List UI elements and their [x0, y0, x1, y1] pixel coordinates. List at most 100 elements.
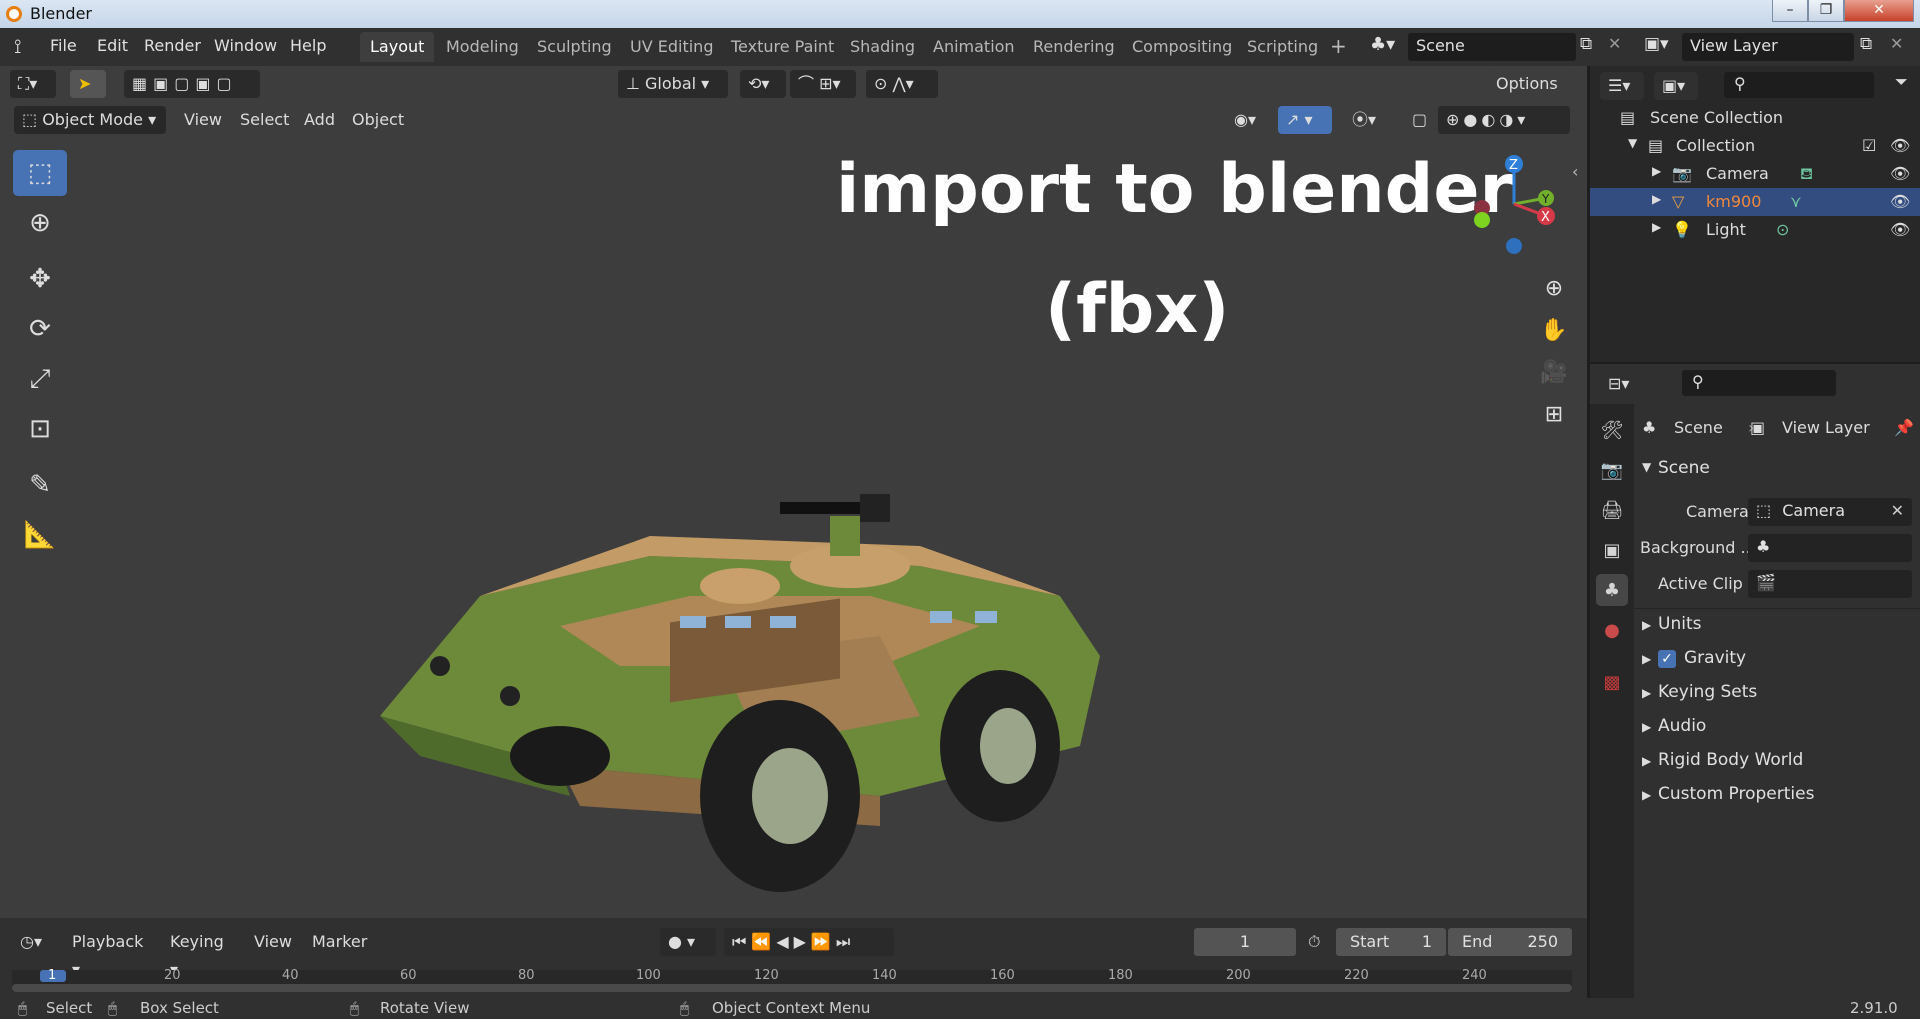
sidebar-toggle-icon[interactable]: ‹	[1572, 162, 1578, 181]
perspective-grid-icon[interactable]: ⊞	[1536, 396, 1572, 432]
timeline-menu-view[interactable]: View	[254, 932, 292, 951]
snap-icon[interactable]: ⌒ ⊞▾	[790, 70, 856, 98]
measure-tool-icon[interactable]: 📐	[13, 512, 67, 558]
timeline-menu-marker[interactable]: Marker	[312, 932, 367, 951]
menu-help[interactable]: Help	[290, 36, 326, 55]
timeline-menu-playback[interactable]: Playback ▾	[64, 928, 160, 979]
collection-checkbox-icon[interactable]: ☑	[1862, 136, 1876, 155]
3d-viewport[interactable]: import to blender (fbx) Z Y X ⊕ ✋ 🎥 ⊞ ‹	[0, 150, 1587, 918]
pin-icon[interactable]: 📌	[1894, 418, 1914, 437]
camera-data-icon[interactable]: ⛾	[1800, 164, 1813, 185]
maximize-button[interactable]: ❐	[1808, 0, 1844, 22]
proportional-edit-icon[interactable]: ⊙ ⋀▾	[866, 70, 938, 98]
timeline-menu-keying[interactable]: Keying ▾	[162, 928, 244, 979]
audio-expand-icon[interactable]: ▶	[1642, 720, 1651, 734]
overlays-toggle-icon[interactable]: ⦿▾	[1344, 106, 1394, 134]
annotate-tool-icon[interactable]: ✎	[13, 462, 67, 508]
move-tool-icon[interactable]: ✥	[13, 256, 67, 302]
object-mode-dropdown[interactable]: ⬚ Object Mode ▾	[14, 106, 166, 134]
camera-field[interactable]: ⬚ Camera ✕	[1748, 498, 1912, 526]
close-window-button[interactable]: ✕	[1844, 0, 1914, 22]
add-workspace-icon[interactable]: +	[1330, 34, 1347, 58]
view-layer-name-field[interactable]: View Layer	[1682, 33, 1854, 61]
viewport-menu-object[interactable]: Object	[352, 110, 404, 129]
zoom-icon[interactable]: ⊕	[1536, 270, 1572, 306]
viewport-menu-select[interactable]: Select	[240, 110, 289, 129]
outliner-object-light[interactable]: ▶ 💡 Light ⊙ 👁	[1590, 216, 1920, 244]
menu-edit[interactable]: Edit	[97, 36, 128, 55]
section-custom-properties[interactable]: Custom Properties	[1658, 784, 1814, 804]
delete-scene-icon[interactable]: ✕	[1608, 34, 1621, 53]
view-layer-tab-icon[interactable]: ▣	[1596, 534, 1628, 566]
section-collapse-icon[interactable]: ▼	[1642, 460, 1651, 474]
section-audio[interactable]: Audio	[1658, 716, 1706, 736]
gravity-checkbox[interactable]: ✓	[1658, 650, 1676, 668]
options-dropdown[interactable]: Options ▾	[1488, 70, 1576, 121]
texture-tab-icon[interactable]: ▩	[1596, 666, 1628, 698]
tab-shading[interactable]: Shading	[840, 32, 925, 62]
output-tab-icon[interactable]: 🖨	[1596, 494, 1628, 526]
collection-visibility-icon[interactable]: 👁	[1890, 136, 1910, 155]
tab-texture-paint[interactable]: Texture Paint	[721, 32, 844, 62]
gravity-expand-icon[interactable]: ▶	[1642, 652, 1651, 666]
section-scene-header[interactable]: Scene	[1658, 458, 1710, 478]
section-units[interactable]: Units	[1658, 614, 1701, 634]
expand-icon[interactable]: ▶	[1652, 220, 1661, 234]
active-clip-field[interactable]: 🎬	[1748, 570, 1912, 598]
gizmo-toggle-icon[interactable]: ↗ ▾	[1278, 106, 1332, 134]
scale-tool-icon[interactable]: ⤢	[13, 356, 67, 402]
new-view-layer-icon[interactable]: ⧉	[1860, 34, 1872, 54]
outliner-object-km900[interactable]: ▶ ▽ km900 ⋎ 👁	[1590, 188, 1920, 216]
auto-keying-icon[interactable]: ● ▾	[660, 928, 716, 956]
playback-controls-icons[interactable]: ⏮⏪◀▶⏩⏭	[724, 928, 894, 956]
km900-visibility-icon[interactable]: 👁	[1890, 192, 1910, 211]
custom-props-expand-icon[interactable]: ▶	[1642, 788, 1651, 802]
select-tool-mode-icon[interactable]: ➤	[70, 70, 106, 98]
collapse-icon[interactable]: ▼	[1628, 136, 1637, 150]
transform-tool-icon[interactable]: ⊡	[13, 406, 67, 452]
tab-scripting[interactable]: Scripting	[1237, 32, 1328, 62]
tool-tab-icon[interactable]: 🛠	[1596, 414, 1628, 446]
clear-camera-icon[interactable]: ✕	[1891, 501, 1904, 520]
scene-name-field[interactable]: Scene	[1408, 33, 1576, 61]
new-scene-icon[interactable]: ⧉	[1580, 34, 1592, 54]
editor-type-icon[interactable]: ⛶▾	[10, 70, 56, 98]
outliner-display-mode-icon[interactable]: ▣▾	[1654, 72, 1698, 100]
camera-view-icon[interactable]: 🎥	[1536, 354, 1572, 390]
scene-selector-icon[interactable]: ♣▾	[1370, 34, 1395, 55]
selection-mode-icons[interactable]: ▦▣▢▣▢	[124, 70, 260, 98]
shading-mode-icons[interactable]: ⊕●◐◑▾	[1438, 106, 1570, 134]
viewport-menu-add[interactable]: Add	[304, 110, 335, 129]
properties-search-input[interactable]: ⚲	[1682, 370, 1836, 396]
scene-tab-icon[interactable]: ♣	[1596, 574, 1628, 606]
end-frame-field[interactable]: End 250	[1448, 928, 1572, 956]
world-tab-icon[interactable]: ●	[1596, 614, 1628, 646]
cursor-tool-icon[interactable]: ⊕	[13, 200, 67, 246]
mesh-data-icon[interactable]: ⋎	[1790, 192, 1802, 211]
expand-icon[interactable]: ▶	[1652, 192, 1661, 206]
menu-render[interactable]: Render	[144, 36, 201, 55]
tab-sculpting[interactable]: Sculpting	[527, 32, 622, 62]
select-box-tool-icon[interactable]: ⬚	[13, 150, 67, 196]
minimize-button[interactable]: –	[1772, 0, 1808, 22]
outliner-filter-icon[interactable]: ⏷	[1895, 72, 1908, 92]
current-frame-field[interactable]: 1	[1194, 928, 1296, 956]
navigation-gizmo[interactable]: Z Y X	[1460, 148, 1570, 268]
frame-ruler[interactable]: 1 20 40 60 80 100 120 140 160 180 200 220 240	[12, 968, 1572, 992]
tab-compositing[interactable]: Compositing	[1122, 32, 1242, 62]
section-gravity[interactable]: Gravity	[1684, 648, 1746, 668]
outliner-scene-collection[interactable]: ▤ Scene Collection	[1590, 104, 1920, 132]
rigid-body-expand-icon[interactable]: ▶	[1642, 754, 1651, 768]
tab-layout[interactable]: Layout	[360, 32, 435, 62]
outliner-collection[interactable]: ▼ ▤ Collection ☑ 👁	[1590, 132, 1920, 160]
menu-window[interactable]: Window	[214, 36, 277, 55]
timeline-scrollbar[interactable]	[12, 984, 1572, 992]
keying-sets-expand-icon[interactable]: ▶	[1642, 686, 1651, 700]
section-rigid-body-world[interactable]: Rigid Body World	[1658, 750, 1803, 770]
menu-file[interactable]: File	[50, 36, 77, 55]
timeline-editor-type-icon[interactable]: ◷▾	[12, 928, 56, 956]
light-visibility-icon[interactable]: 👁	[1890, 220, 1910, 239]
tab-animation[interactable]: Animation	[923, 32, 1025, 62]
section-keying-sets[interactable]: Keying Sets	[1658, 682, 1757, 702]
view-layer-selector-icon[interactable]: ▣▾	[1644, 34, 1669, 54]
